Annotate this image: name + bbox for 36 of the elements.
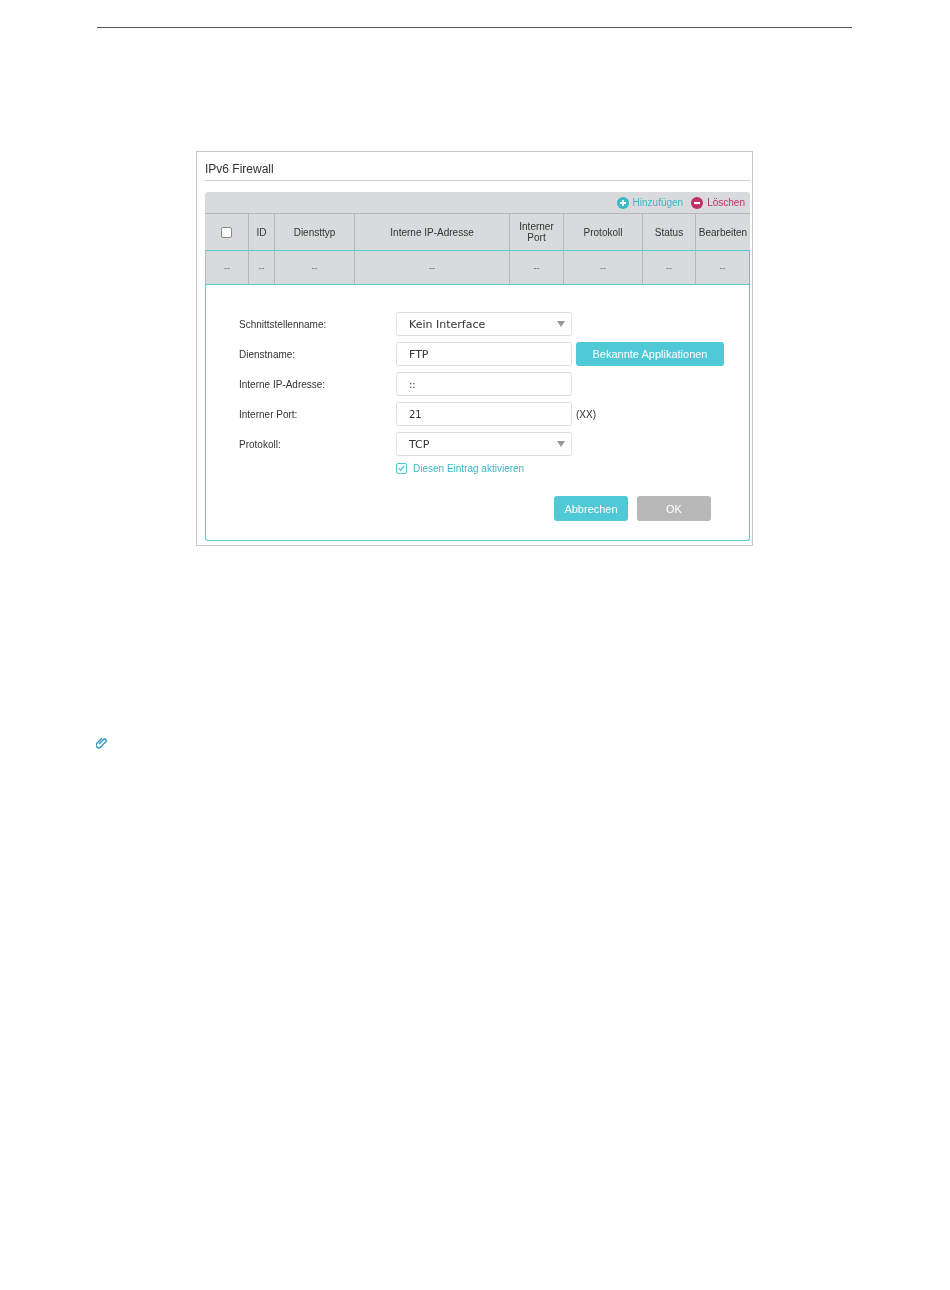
input-field[interactable]: :: — [396, 372, 572, 396]
delete-link[interactable]: Löschen — [691, 196, 745, 209]
table-cell: -- — [509, 250, 563, 285]
port-hint: (XX) — [576, 408, 596, 420]
plus-icon — [616, 196, 629, 209]
column-header: Interner Port — [509, 213, 563, 250]
dropdown-field[interactable]: TCP — [396, 432, 572, 456]
table-cell: -- — [563, 250, 642, 285]
field-label: Schnittstellenname: — [239, 318, 328, 330]
column-header: Status — [642, 213, 695, 250]
table-cell: -- — [354, 250, 509, 285]
field-label: Interner Port: — [239, 408, 299, 420]
column-header: ID — [248, 213, 274, 250]
column-header: Bearbeiten — [695, 213, 750, 250]
field-label: Dienstname: — [239, 348, 297, 360]
select-all-checkbox[interactable] — [221, 226, 232, 238]
column-header: Protokoll — [563, 213, 642, 250]
table-cell: -- — [642, 250, 695, 285]
table-cell: -- — [205, 250, 248, 285]
field-label: Interne IP-Adresse: — [239, 378, 327, 390]
enable-checkbox[interactable] — [396, 463, 407, 474]
table-cell: -- — [695, 250, 750, 285]
field-label: Protokoll: — [239, 438, 282, 450]
minus-icon — [691, 196, 704, 209]
caret-icon — [557, 321, 565, 327]
enable-label: Diesen Eintrag aktivieren — [413, 463, 525, 474]
table-cell: -- — [248, 250, 274, 285]
column-header: Interne IP-Adresse — [354, 213, 509, 250]
table-cell: -- — [274, 250, 354, 285]
input-field[interactable]: 21 — [396, 402, 572, 426]
paperclip-icon — [96, 736, 109, 749]
column-header: Diensttyp — [274, 213, 354, 250]
input-field[interactable]: FTP — [396, 342, 572, 366]
dropdown-field[interactable]: Kein Interface — [396, 312, 572, 336]
caret-icon — [557, 441, 565, 447]
panel-title: IPv6 Firewall — [205, 152, 750, 181]
